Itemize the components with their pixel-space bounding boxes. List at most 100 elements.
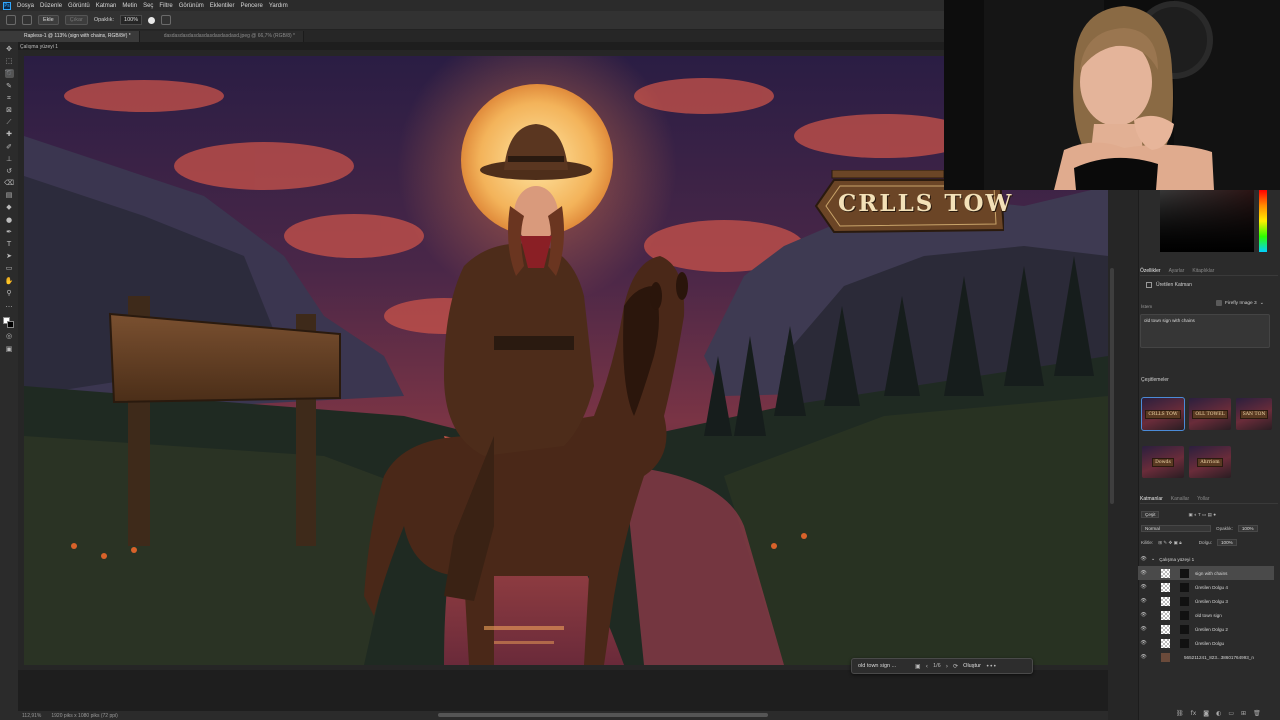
filter-icons[interactable]: ▣ ◐ T ▭ ▤ ●: [1188, 512, 1216, 518]
visibility-eye-icon[interactable]: 👁︎: [1138, 584, 1149, 590]
hue-slider[interactable]: [1259, 190, 1267, 252]
tab-paths[interactable]: Yollar: [1197, 496, 1209, 502]
tab-properties[interactable]: Özellikler: [1140, 268, 1161, 274]
dodge-tool-icon[interactable]: ●: [5, 216, 14, 225]
blend-mode-select[interactable]: Normal: [1141, 525, 1211, 532]
quick-select-tool-icon[interactable]: ✎: [5, 82, 14, 91]
visibility-eye-icon[interactable]: 👁︎: [1138, 598, 1149, 604]
layer-row[interactable]: 👁︎ Üretilen Dolgu 3: [1138, 594, 1274, 608]
shape-tool-icon[interactable]: ▭: [5, 264, 14, 273]
variation-thumb[interactable]: OLL TOWEL: [1189, 398, 1231, 430]
opacity-field[interactable]: 100%: [120, 15, 143, 25]
background-color[interactable]: [7, 321, 14, 329]
screen-mode-icon[interactable]: ▣: [5, 345, 14, 354]
menu-select[interactable]: Seç: [140, 3, 156, 9]
layer-row[interactable]: 👁︎ 565211241_823...38601764993_n: [1138, 650, 1274, 664]
history-brush-icon[interactable]: ↺: [5, 167, 14, 176]
color-picker-field[interactable]: [1160, 190, 1254, 252]
fill-field[interactable]: 100%: [1216, 539, 1237, 546]
blur-tool-icon[interactable]: ◆: [5, 203, 14, 212]
fx-icon[interactable]: fx: [1191, 710, 1197, 717]
tab-document-2[interactable]: dasdasdasdasdasdasdasdasdasd.jpeg @ 66,7…: [139, 31, 304, 42]
add-mode-button[interactable]: Ekle: [38, 15, 59, 25]
visibility-eye-icon[interactable]: 👁︎: [1138, 640, 1149, 646]
menu-type[interactable]: Metin: [119, 3, 140, 9]
visibility-eye-icon[interactable]: 👁︎: [1138, 570, 1149, 576]
layer-row[interactable]: 👁︎ Üretilen Dolgu: [1138, 636, 1274, 650]
layer-row[interactable]: 👁︎ Üretilen Dolgu 2: [1138, 622, 1274, 636]
prompt-input[interactable]: old town sign with chains: [1140, 314, 1270, 348]
more-tools-icon[interactable]: …: [5, 301, 14, 310]
eyedropper-tool-icon[interactable]: ⟋: [5, 118, 14, 127]
model-dropdown[interactable]: Firefly Image 3 ⌄: [1216, 300, 1264, 306]
zoom-level[interactable]: 112,91%: [22, 713, 41, 719]
variation-icon[interactable]: ▣: [915, 663, 921, 670]
visibility-eye-icon[interactable]: 👁︎: [1138, 556, 1149, 562]
visibility-eye-icon[interactable]: 👁︎: [1138, 654, 1149, 660]
chevron-down-icon[interactable]: ⌄: [1151, 556, 1155, 562]
hand-tool-icon[interactable]: ✋: [5, 277, 14, 286]
quick-mask-icon[interactable]: ◎: [5, 332, 14, 341]
layer-filter-select[interactable]: Çeşit: [1141, 511, 1160, 518]
lock-icons[interactable]: ⊞ ✎ ✥ ▣ 🔒︎: [1158, 540, 1181, 546]
layer-row[interactable]: 👁︎ old town sign: [1138, 608, 1274, 622]
menu-edit[interactable]: Düzenle: [37, 3, 65, 9]
settings-icon[interactable]: [161, 15, 172, 25]
variation-thumb[interactable]: CRLLS TOW: [1141, 397, 1185, 431]
trash-icon[interactable]: 🗑︎: [1253, 710, 1261, 717]
subtract-mode-button[interactable]: Çıkar: [64, 15, 88, 25]
taskbar-prompt[interactable]: old town sign ...: [858, 663, 910, 669]
layer-row[interactable]: 👁︎ Üretilen Dolgu 4: [1138, 580, 1274, 594]
tab-channels[interactable]: Kanallar: [1171, 496, 1189, 502]
variation-thumb[interactable]: Dowds: [1142, 446, 1184, 478]
menu-file[interactable]: Dosya: [14, 3, 37, 9]
stamp-tool-icon[interactable]: ⊥: [5, 155, 14, 164]
menu-help[interactable]: Yardım: [266, 3, 291, 9]
tab-adjustments[interactable]: Ayarlar: [1169, 268, 1185, 274]
brush-tool-icon[interactable]: ✐: [5, 143, 14, 152]
crop-tool-icon[interactable]: ⌗: [5, 94, 14, 103]
pen-tool-icon[interactable]: ✒: [5, 228, 14, 237]
vertical-scrollbar[interactable]: [1110, 268, 1114, 504]
adjustment-icon[interactable]: ◐: [1216, 710, 1221, 717]
brush-size-icon[interactable]: [148, 16, 156, 24]
menu-window[interactable]: Pencere: [237, 3, 265, 9]
menu-plugins[interactable]: Eklentiler: [207, 3, 238, 9]
folder-icon[interactable]: ▭: [1228, 710, 1234, 717]
new-layer-icon[interactable]: ⊞: [1241, 710, 1246, 717]
generate-button[interactable]: Oluştur: [963, 663, 981, 669]
lasso-tool-icon[interactable]: ➰: [4, 69, 14, 79]
gradient-tool-icon[interactable]: ▤: [5, 191, 14, 200]
menu-layer[interactable]: Katman: [93, 3, 120, 9]
frame-tool-icon[interactable]: ⊠: [5, 106, 14, 115]
brush-preset-icon[interactable]: [22, 15, 32, 25]
menu-view[interactable]: Görünüm: [176, 3, 207, 9]
move-tool-icon[interactable]: ✥: [5, 45, 14, 54]
healing-tool-icon[interactable]: ✚: [5, 130, 14, 139]
marquee-tool-icon[interactable]: ⬚: [5, 57, 14, 66]
path-select-tool-icon[interactable]: ➤: [5, 252, 14, 261]
visibility-eye-icon[interactable]: 👁︎: [1138, 612, 1149, 618]
tab-layers[interactable]: Katmanlar: [1140, 496, 1163, 502]
visibility-eye-icon[interactable]: 👁︎: [1138, 626, 1149, 632]
generate-icon[interactable]: ⟳: [953, 663, 958, 670]
tab-document-1[interactable]: Rapless-1 @ 113% (sign with chains, RGB/…: [0, 31, 140, 42]
eraser-tool-icon[interactable]: ⌫: [4, 179, 14, 188]
type-tool-icon[interactable]: T: [5, 240, 14, 249]
prev-icon[interactable]: ‹: [926, 663, 928, 670]
variation-thumb[interactable]: Ahrriom: [1189, 446, 1231, 478]
menu-filter[interactable]: Filtre: [156, 3, 175, 9]
more-options-button[interactable]: •••: [986, 663, 997, 670]
link-icon[interactable]: ⛓: [1176, 710, 1184, 717]
horizontal-scrollbar[interactable]: [438, 713, 768, 717]
home-icon[interactable]: [6, 15, 16, 25]
menu-image[interactable]: Görüntü: [65, 3, 93, 9]
color-swatches[interactable]: [3, 317, 15, 329]
next-icon[interactable]: ›: [946, 663, 948, 670]
mask-icon[interactable]: ◙: [1203, 710, 1209, 717]
tab-libraries[interactable]: Kitaplıklar: [1192, 268, 1214, 274]
zoom-tool-icon[interactable]: ⚲: [5, 289, 14, 298]
layer-row[interactable]: 👁︎ sign with chains: [1138, 566, 1274, 580]
layer-group[interactable]: 👁︎ ⌄ Çalışma yüzeyi 1: [1138, 552, 1274, 566]
variation-thumb[interactable]: SAN TON: [1236, 398, 1272, 430]
